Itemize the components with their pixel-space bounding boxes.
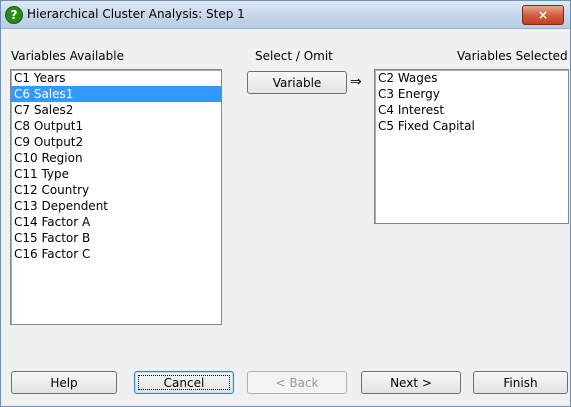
available-variable-item[interactable]: C1 Years xyxy=(11,70,221,86)
window-title: Hierarchical Cluster Analysis: Step 1 xyxy=(27,7,245,21)
finish-button[interactable]: Finish xyxy=(473,371,568,394)
available-variable-item[interactable]: C6 Sales1 xyxy=(11,86,221,102)
next-button-label: Next > xyxy=(390,376,432,390)
title-bar[interactable]: ? Hierarchical Cluster Analysis: Step 1 … xyxy=(1,1,570,29)
available-variable-item[interactable]: C8 Output1 xyxy=(11,118,221,134)
help-button[interactable]: Help xyxy=(11,371,117,394)
next-button[interactable]: Next > xyxy=(361,371,461,394)
variables-selected-list[interactable]: C2 Wages C3 Energy C4 Interest C5 Fixed Cap… xyxy=(374,69,569,224)
back-button-label: < Back xyxy=(275,376,319,390)
variables-available-list[interactable]: C1 Years C6 Sales1 C7 Sales2 C8 Output1 C9 O… xyxy=(10,69,222,325)
available-variable-item[interactable]: C14 Factor A xyxy=(11,214,221,230)
variable-button[interactable]: Variable xyxy=(247,71,347,94)
selected-variable-item[interactable]: C2 Wages xyxy=(375,70,568,86)
cancel-button[interactable]: Cancel xyxy=(134,371,234,394)
variables-available-label: Variables Available xyxy=(11,49,124,63)
dialog-window: ? Hierarchical Cluster Analysis: Step 1 … xyxy=(0,0,571,407)
selected-variable-item[interactable]: C4 Interest xyxy=(375,102,568,118)
help-button-label: Help xyxy=(50,376,78,390)
variable-button-label: Variable xyxy=(272,76,322,90)
focus-ring xyxy=(138,375,230,390)
available-variable-item[interactable]: C15 Factor B xyxy=(11,230,221,246)
available-variable-item[interactable]: C10 Region xyxy=(11,150,221,166)
close-button[interactable]: × xyxy=(522,5,564,25)
selected-variable-item[interactable]: C5 Fixed Capital xyxy=(375,118,568,134)
available-variable-item[interactable]: C11 Type xyxy=(11,166,221,182)
back-button[interactable]: < Back xyxy=(247,371,347,394)
available-variable-item[interactable]: C7 Sales2 xyxy=(11,102,221,118)
selected-variable-item[interactable]: C3 Energy xyxy=(375,86,568,102)
variables-selected-label: Variables Selected xyxy=(457,49,568,63)
help-question-icon: ? xyxy=(5,6,23,24)
available-variable-item[interactable]: C9 Output2 xyxy=(11,134,221,150)
available-variable-item[interactable]: C13 Dependent xyxy=(11,198,221,214)
available-variable-item[interactable]: C12 Country xyxy=(11,182,221,198)
select-omit-label: Select / Omit xyxy=(255,49,333,63)
finish-button-label: Finish xyxy=(503,376,538,390)
arrow-right-icon: ⇒ xyxy=(350,74,362,90)
available-variable-item[interactable]: C16 Factor C xyxy=(11,246,221,262)
